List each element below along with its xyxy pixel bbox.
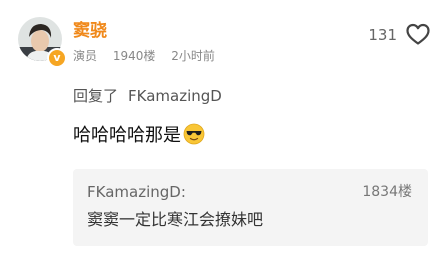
cool-emoji-icon [183, 123, 205, 152]
author-name[interactable]: 窦骁 [73, 20, 107, 42]
quoted-text: 窦窦一定比寒江会撩妹吧 [87, 210, 264, 229]
author-role: 演员 [73, 49, 98, 63]
comment-time: 2小时前 [171, 49, 215, 63]
verified-badge-icon: v [47, 48, 67, 68]
comment-meta: 演员 1940楼 2小时前 [73, 48, 227, 64]
heart-icon[interactable] [405, 22, 431, 46]
like-count: 131 [368, 26, 397, 44]
quoted-floor-number: 1834楼 [362, 184, 412, 200]
floor-number: 1940楼 [112, 49, 156, 63]
comment-text: 哈哈哈哈那是 [73, 125, 181, 146]
comment-item: v 窦骁 演员 1940楼 2小时前 131 回复了 FKamazingD 哈哈哈… [0, 0, 447, 275]
quoted-comment[interactable]: FKamazingD: 1834楼 窦窦一定比寒江会撩妹吧 [73, 169, 428, 246]
quoted-author[interactable]: FKamazingD: [87, 182, 186, 202]
reply-target-user[interactable]: FKamazingD [128, 87, 222, 105]
reply-to-line: 回复了 FKamazingD [73, 86, 222, 106]
reply-prefix: 回复了 [73, 87, 119, 105]
comment-body: 哈哈哈哈那是 [73, 123, 205, 152]
